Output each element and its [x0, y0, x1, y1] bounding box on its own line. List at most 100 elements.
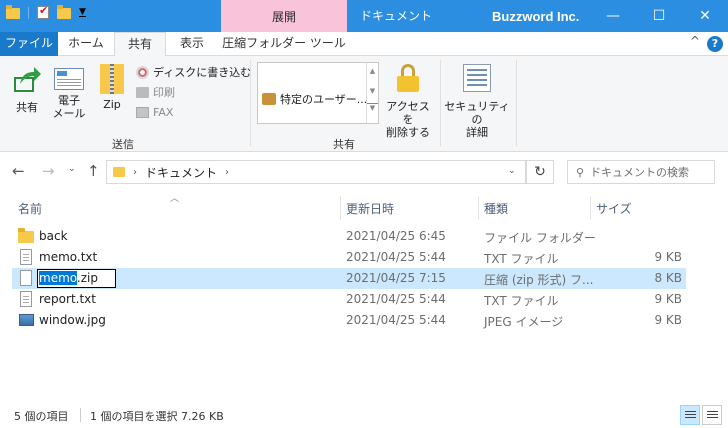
file-type: JPEG イメージ: [484, 315, 564, 329]
recent-chevron-down-icon[interactable]: ⌄: [68, 164, 76, 174]
address-path[interactable]: ドキュメント: [145, 164, 217, 181]
share-button[interactable]: 共有: [10, 64, 44, 114]
zip-button[interactable]: Zip: [98, 64, 126, 111]
zip-icon: [100, 64, 124, 94]
share-button-label: 共有: [16, 101, 38, 114]
tab-home[interactable]: ホーム: [58, 32, 114, 56]
advanced-security-button[interactable]: セキュリティの 詳細: [444, 64, 510, 139]
status-item-count: 5 個の項目: [14, 410, 69, 423]
collapse-ribbon-icon[interactable]: ^: [690, 34, 700, 48]
file-row-back[interactable]: back 2021/04/25 6:45 ファイル フォルダー: [12, 226, 686, 247]
disc-icon: [136, 65, 149, 79]
refresh-icon[interactable]: ↻: [526, 160, 554, 184]
address-chevron-icon-2[interactable]: ›: [225, 167, 229, 178]
column-divider[interactable]: [340, 196, 341, 220]
zip-button-label: Zip: [103, 98, 121, 111]
window-company: Buzzword Inc.: [492, 9, 580, 24]
lock-icon: [397, 64, 419, 94]
column-divider[interactable]: [478, 196, 479, 220]
forward-arrow-icon[interactable]: →: [42, 162, 55, 180]
file-name: report.txt: [39, 292, 96, 306]
maximize-button[interactable]: ☐: [636, 0, 682, 32]
zip-file-icon: [20, 270, 32, 286]
file-size: 9 KB: [654, 313, 682, 327]
column-header-date[interactable]: 更新日時: [346, 200, 394, 216]
gallery-scroll[interactable]: ▲ ▼ ▼: [366, 63, 378, 123]
folder-icon: [18, 228, 34, 243]
printer-icon: [136, 86, 149, 98]
back-arrow-icon[interactable]: ←: [12, 162, 25, 180]
address-dropdown-icon[interactable]: ⌄: [508, 166, 516, 176]
search-box[interactable]: ⚲ ドキュメントの検索: [567, 160, 715, 184]
file-row-memo-txt[interactable]: memo.txt 2021/04/25 5:44 TXT ファイル 9 KB: [12, 247, 686, 268]
file-size: 9 KB: [654, 250, 682, 264]
file-type: TXT ファイル: [484, 252, 559, 266]
context-tab-extract[interactable]: 展開: [221, 0, 347, 32]
fax-button[interactable]: FAX: [136, 106, 173, 119]
file-date: 2021/04/25 5:44: [346, 250, 446, 264]
sort-up-icon: ︿: [170, 194, 180, 204]
file-date: 2021/04/25 5:44: [346, 313, 446, 327]
text-file-icon: [20, 249, 32, 265]
email-button-label-2: メール: [52, 107, 86, 120]
tab-view[interactable]: 表示: [166, 32, 218, 56]
title-bar: ▼ 展開 ドキュメント Buzzword Inc. — ☐ ✕: [0, 0, 728, 32]
file-row-window-jpg[interactable]: window.jpg 2021/04/25 5:44 JPEG イメージ 9 K…: [12, 310, 686, 331]
security-icon: [463, 64, 491, 92]
share-with-item[interactable]: 特定のユーザー...: [262, 91, 367, 107]
send-group-label: 送信: [112, 138, 134, 151]
large-icons-view-button[interactable]: [702, 405, 722, 425]
help-icon[interactable]: ?: [707, 36, 723, 52]
gallery-down-icon[interactable]: ▼: [367, 87, 378, 95]
tab-share[interactable]: 共有: [114, 32, 166, 57]
column-divider[interactable]: [590, 196, 591, 220]
file-row-report-txt[interactable]: report.txt 2021/04/25 5:44 TXT ファイル 9 KB: [12, 289, 686, 310]
people-icon: [262, 93, 276, 105]
share-with-gallery[interactable]: 特定のユーザー... ▲ ▼ ▼: [257, 62, 379, 124]
ribbon-tabs: ファイル ホーム 共有 表示 圧縮フォルダー ツール ^: [0, 32, 728, 57]
close-button[interactable]: ✕: [682, 0, 728, 32]
gallery-expand-icon[interactable]: ▼: [367, 103, 378, 112]
up-arrow-icon[interactable]: ↑: [87, 162, 100, 180]
ribbon-separator-2: [440, 60, 441, 146]
status-separator: [80, 408, 81, 422]
burn-disc-button[interactable]: ディスクに書き込む: [136, 64, 251, 80]
rename-input[interactable]: memo.zip: [37, 269, 116, 288]
quick-access-toolbar: ▼: [6, 4, 86, 19]
file-name: memo.txt: [39, 250, 98, 264]
details-view-button[interactable]: [680, 405, 700, 425]
address-chevron-icon[interactable]: ›: [133, 167, 137, 178]
tab-file[interactable]: ファイル: [0, 32, 58, 56]
file-type: TXT ファイル: [484, 294, 559, 308]
email-button[interactable]: 電子 メール: [52, 64, 86, 120]
print-button[interactable]: 印刷: [136, 84, 175, 100]
gallery-up-icon[interactable]: ▲: [367, 67, 378, 75]
rename-selected-text: memo: [39, 271, 77, 285]
image-file-icon: [19, 314, 34, 326]
address-bar[interactable]: › ドキュメント ›: [106, 160, 526, 184]
properties-icon[interactable]: [37, 4, 49, 19]
ribbon: 共有 電子 メール Zip ディスクに書き込む 印刷 FAX 送信 特定のユーザ…: [0, 56, 728, 152]
email-button-label-1: 電子: [58, 94, 80, 107]
file-row-memo-zip[interactable]: memo.zip 2021/04/25 7:15 圧縮 (zip 形式) フ..…: [12, 268, 686, 289]
column-header-type[interactable]: 種類: [484, 200, 508, 216]
window-title: ドキュメント: [360, 9, 433, 23]
rename-extension-text: .zip: [76, 271, 98, 285]
file-name: back: [39, 229, 68, 243]
column-header-name[interactable]: 名前: [18, 200, 42, 216]
new-folder-icon[interactable]: [57, 5, 71, 19]
minimize-button[interactable]: —: [590, 0, 636, 32]
share-with-item-label: 特定のユーザー...: [280, 93, 368, 106]
file-date: 2021/04/25 7:15: [346, 271, 446, 285]
tab-compressed-folder-tools[interactable]: 圧縮フォルダー ツール: [222, 32, 346, 56]
file-type: 圧縮 (zip 形式) フ...: [484, 273, 594, 287]
file-date: 2021/04/25 6:45: [346, 229, 446, 243]
navigation-bar: ← → ⌄ ↑ › ドキュメント › ⌄ ↻ ⚲ ドキュメントの検索: [0, 152, 728, 192]
column-header-size[interactable]: サイズ: [596, 200, 632, 216]
remove-access-button[interactable]: アクセスを 削除する: [382, 64, 434, 139]
security-label-2: 詳細: [466, 126, 488, 139]
text-file-icon: [20, 291, 32, 307]
remove-access-label-2: 削除する: [386, 126, 430, 139]
search-placeholder: ドキュメントの検索: [590, 166, 690, 179]
qat-dropdown-icon[interactable]: ▼: [79, 8, 86, 17]
